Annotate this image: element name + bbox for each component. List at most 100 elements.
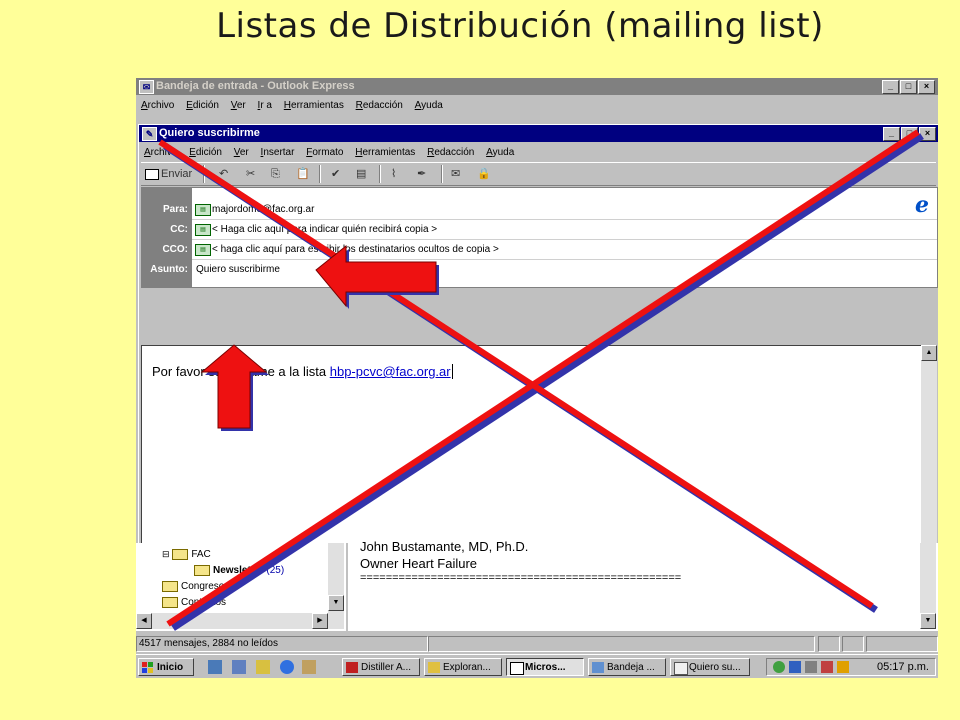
start-button[interactable]: Inicio	[138, 658, 194, 676]
printer-icon[interactable]	[805, 661, 817, 673]
scroll-left-arrow-icon[interactable]: ◀	[136, 613, 152, 629]
compose-menu-herramientas[interactable]: Herramientas	[355, 147, 415, 158]
cc-label: CC:	[170, 224, 188, 235]
folder-newsletter[interactable]: Newsletter (25)	[194, 565, 284, 576]
taskbar-distiller[interactable]: Distiller A...	[342, 658, 420, 676]
status-text: 4517 mensajes, 2884 no leídos	[136, 636, 428, 652]
list-address-link[interactable]: hbp-pcvc@fac.org.ar	[330, 364, 451, 379]
taskbar-bandeja[interactable]: Bandeja ...	[588, 658, 666, 676]
compose-menu-formato[interactable]: Formato	[306, 147, 343, 158]
folder-fac[interactable]: ⊟ FAC	[162, 549, 211, 560]
copy-icon[interactable]: ⎘	[271, 166, 280, 182]
folder-contactos[interactable]: Contactos	[162, 597, 226, 608]
compose-titlebar[interactable]: ✎ Quiero suscribirme _ □ ×	[139, 125, 938, 142]
folder-search-icon	[428, 662, 440, 673]
subject-field[interactable]: Quiero suscribirme	[196, 264, 280, 275]
close-button[interactable]: ×	[918, 80, 935, 94]
compose-menu-ayuda[interactable]: Ayuda	[486, 147, 514, 158]
cc-field[interactable]: < Haga clic aquí para indicar quién reci…	[212, 224, 437, 235]
compose-menu-ver[interactable]: Ver	[234, 147, 249, 158]
compose-menu-archivo[interactable]: Archivo	[144, 147, 177, 158]
menu-ayuda[interactable]: Ayuda	[415, 100, 443, 111]
bcc-label: CCO:	[162, 244, 188, 255]
folder-congresos[interactable]: Congresos	[162, 581, 229, 592]
toolbar-separator	[441, 165, 443, 183]
compose-menu-redaccion[interactable]: Redacción	[427, 147, 474, 158]
minimize-button[interactable]: _	[882, 80, 899, 94]
internet-explorer-icon: e	[915, 192, 929, 218]
menu-archivo[interactable]: Archivo	[141, 100, 174, 111]
send-button[interactable]: Enviar	[145, 166, 192, 182]
menu-redaccion[interactable]: Redacción	[356, 100, 403, 111]
notepad-icon[interactable]	[302, 660, 316, 674]
outlook-window: ✉ Bandeja de entrada - Outlook Express _…	[136, 78, 938, 678]
encrypt-icon[interactable]: 🔒	[477, 166, 491, 182]
taskbar-clock: 05:17 p.m.	[877, 661, 929, 673]
taskbar-quiero[interactable]: Quiero su...	[670, 658, 750, 676]
bcc-field[interactable]: < haga clic aquí para escribir los desti…	[212, 244, 499, 255]
body-sentence: Por favor suscribame a la lista	[152, 364, 330, 379]
bcc-card-icon[interactable]: ▤	[195, 244, 211, 256]
cc-card-icon[interactable]: ▤	[195, 224, 211, 236]
send-label: Enviar	[161, 168, 193, 180]
preview-line-role: Owner Heart Failure	[360, 556, 478, 571]
preview-scrollbar[interactable]: ▼	[920, 543, 936, 629]
sign-icon[interactable]: ✒	[417, 166, 426, 182]
unread-count: (25)	[266, 565, 285, 577]
antivirus-icon[interactable]	[821, 661, 833, 673]
scroll-up-arrow-icon[interactable]: ▲	[921, 345, 937, 361]
message-body[interactable]: Por favor suscribame a la lista hbp-pcvc…	[141, 345, 922, 567]
send-icon	[145, 168, 159, 180]
desktop-icon[interactable]	[208, 660, 222, 674]
sign-message-icon[interactable]: ✉	[451, 166, 460, 182]
outlook-quick-icon[interactable]	[256, 660, 270, 674]
compose-window: ✎ Quiero suscribirme _ □ × Archivo Edición…	[138, 124, 938, 600]
outlook-menubar: Archivo Edición Ver Ir a Herramientas Re…	[136, 97, 938, 115]
folder-pane: ⊟ FAC Newsletter (25) Congresos Contacto…	[136, 543, 348, 631]
folder-icon	[162, 597, 178, 608]
distiller-icon	[346, 662, 358, 673]
outlook-titlebar[interactable]: ✉ Bandeja de entrada - Outlook Express _…	[136, 78, 938, 95]
preview-scroll-down-icon[interactable]: ▼	[920, 613, 936, 629]
subject-row: Asunto: Quiero suscribirme	[142, 260, 937, 280]
taskbar-explorer[interactable]: Exploran...	[424, 658, 502, 676]
undo-icon[interactable]: ↶	[219, 166, 228, 182]
toolbar-separator	[319, 165, 321, 183]
body-scrollbar[interactable]: ▲ ▼	[921, 345, 937, 565]
message-preview: John Bustamante, MD, Ph.D. Owner Heart F…	[348, 539, 938, 631]
ie-quick-icon[interactable]	[280, 660, 294, 674]
explorer-icon[interactable]	[232, 660, 246, 674]
compose-menu-insertar[interactable]: Insertar	[261, 147, 295, 158]
volume-icon[interactable]	[837, 661, 849, 673]
cd-icon[interactable]	[773, 661, 785, 673]
to-field[interactable]: majordomo@fac.org.ar	[212, 204, 314, 215]
cut-icon[interactable]: ✂	[246, 166, 255, 182]
menu-edicion[interactable]: Edición	[186, 100, 219, 111]
slide-title: Listas de Distribución (mailing list)	[216, 6, 824, 46]
outlook-icon: ✉	[139, 80, 154, 94]
compose-minimize-button[interactable]: _	[883, 127, 900, 141]
menu-ver[interactable]: Ver	[231, 100, 246, 111]
folder-scrollbar[interactable]: ▼	[328, 543, 344, 629]
to-card-icon[interactable]: ▤	[195, 204, 211, 216]
attach-icon[interactable]: ⌇	[391, 166, 396, 182]
compose-icon: ✎	[142, 127, 157, 141]
menu-herramientas[interactable]: Herramientas	[284, 100, 344, 111]
scroll-right-arrow-icon[interactable]: ▶	[312, 613, 328, 629]
compose-close-button[interactable]: ×	[919, 127, 936, 141]
collapse-icon[interactable]: ⊟	[162, 549, 170, 559]
compose-maximize-button[interactable]: □	[901, 127, 918, 141]
compose-task-icon	[674, 662, 688, 675]
network-icon[interactable]	[789, 661, 801, 673]
folder-icon	[172, 549, 189, 560]
address-book-icon[interactable]: ▤	[356, 166, 366, 182]
compose-menu-edicion[interactable]: Edición	[189, 147, 222, 158]
taskbar-microsoft[interactable]: Micros...	[506, 658, 584, 676]
check-names-icon[interactable]: ✔	[331, 166, 340, 182]
menu-ir-a[interactable]: Ir a	[258, 100, 272, 111]
maximize-button[interactable]: □	[900, 80, 917, 94]
folder-scroll-down-icon[interactable]: ▼	[328, 595, 344, 611]
paste-icon[interactable]: 📋	[296, 166, 310, 182]
window-icon	[510, 662, 524, 675]
folder-hscrollbar[interactable]: ◀ ▶	[136, 613, 328, 629]
